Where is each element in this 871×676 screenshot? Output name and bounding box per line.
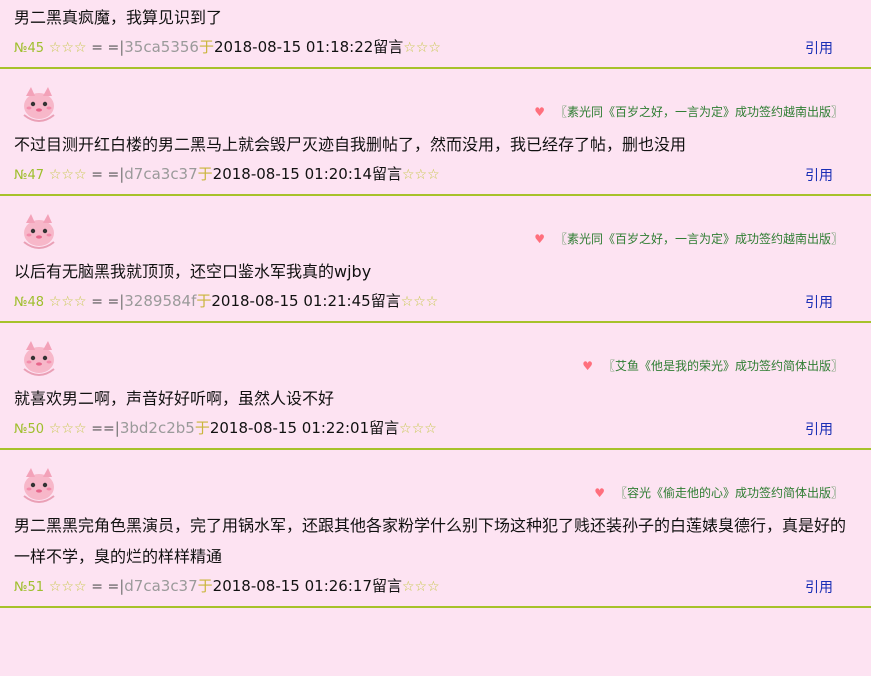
- stars-left: ☆☆☆: [48, 167, 87, 183]
- heart-icon: ♥: [582, 359, 593, 373]
- signature: ♥ 〖容光《偷走他的心》成功签约简体出版〗: [594, 484, 843, 501]
- equals-mark: = =: [91, 40, 120, 56]
- user-id: d7ca3c37: [124, 165, 198, 183]
- stars-right: ☆☆☆: [400, 294, 439, 310]
- post-number: №51: [14, 580, 45, 595]
- post-item: ♥ 〖容光《偷走他的心》成功签约简体出版〗 男二黑黑完角色黑演员，完了用锅水军，还…: [0, 450, 871, 608]
- liuyan-label: 留言: [371, 577, 402, 595]
- post-item: 男二黑真疯魔，我算见识到了 №45 ☆☆☆ = =|35ca5356于2018-…: [0, 0, 871, 69]
- stars-right: ☆☆☆: [399, 421, 437, 437]
- post-header: ♥ 〖艾鱼《他是我的荣光》成功签约简体出版〗: [0, 323, 871, 383]
- post-meta: №48 ☆☆☆ = =|3289584f于2018-08-15 01:21:45…: [14, 290, 438, 311]
- quote-link[interactable]: 引用: [805, 165, 833, 185]
- signature: ♥ 〖艾鱼《他是我的荣光》成功签约简体出版〗: [582, 357, 843, 374]
- signature-text: 〖素光同《百岁之好，一言为定》成功签约越南出版〗: [554, 232, 843, 246]
- signature: ♥ 〖素光同《百岁之好，一言为定》成功签约越南出版〗: [534, 103, 843, 120]
- yu-label: 于: [197, 577, 213, 595]
- stars-right: ☆☆☆: [402, 579, 440, 595]
- quote-link[interactable]: 引用: [805, 292, 833, 312]
- post-number: №47: [14, 168, 45, 183]
- post-content: 以后有无脑黑我就顶顶，还空口鉴水军我真的wjby: [14, 262, 372, 281]
- avatar: [18, 210, 60, 250]
- post-meta-row: №48 ☆☆☆ = =|3289584f于2018-08-15 01:21:45…: [0, 287, 871, 321]
- heart-icon: ♥: [534, 105, 545, 119]
- post-content: 不过目测开红白楼的男二黑马上就会毁尸灭迹自我删帖了，然而没用，我已经存了帖，删也…: [14, 135, 687, 154]
- avatar: [18, 83, 60, 123]
- equals-mark: = =: [91, 167, 120, 183]
- avatar: [18, 464, 60, 504]
- user-id: 3bd2c2b5: [119, 419, 195, 437]
- post-meta: №47 ☆☆☆ = =|d7ca3c37于2018-08-15 01:20:14…: [14, 163, 440, 184]
- liuyan-label: 留言: [373, 38, 404, 56]
- equals-mark: = =: [91, 294, 120, 310]
- post-meta-row: №50 ☆☆☆ ==|3bd2c2b5于2018-08-15 01:22:01留…: [0, 414, 871, 448]
- post-meta: №50 ☆☆☆ ==|3bd2c2b5于2018-08-15 01:22:01留…: [14, 417, 437, 438]
- yu-label: 于: [198, 38, 214, 56]
- liuyan-label: 留言: [370, 292, 401, 310]
- signature: ♥ 〖素光同《百岁之好，一言为定》成功签约越南出版〗: [534, 230, 843, 247]
- quote-link[interactable]: 引用: [805, 38, 833, 58]
- signature-text: 〖素光同《百岁之好，一言为定》成功签约越南出版〗: [554, 105, 843, 119]
- signature-text: 〖艾鱼《他是我的荣光》成功签约简体出版〗: [602, 359, 843, 373]
- yu-label: 于: [197, 165, 213, 183]
- post-item: ♥ 〖素光同《百岁之好，一言为定》成功签约越南出版〗 以后有无脑黑我就顶顶，还空口…: [0, 196, 871, 323]
- post-datetime: 2018-08-15 01:21:45: [211, 292, 371, 310]
- heart-icon: ♥: [594, 486, 605, 500]
- stars-left: ☆☆☆: [48, 421, 87, 437]
- post-meta-row: №45 ☆☆☆ = =|35ca5356于2018-08-15 01:18:22…: [0, 33, 871, 67]
- stars-right: ☆☆☆: [403, 40, 441, 56]
- post-meta: №45 ☆☆☆ = =|35ca5356于2018-08-15 01:18:22…: [14, 36, 441, 57]
- post-number: №48: [14, 295, 45, 310]
- yu-label: 于: [196, 292, 212, 310]
- post-content: 就喜欢男二啊，声音好好听啊，虽然人设不好: [14, 389, 335, 408]
- stars-left: ☆☆☆: [48, 40, 87, 56]
- post-datetime: 2018-08-15 01:20:14: [212, 165, 372, 183]
- post-meta: №51 ☆☆☆ = =|d7ca3c37于2018-08-15 01:26:17…: [14, 575, 440, 596]
- post-content: 男二黑真疯魔，我算见识到了: [14, 8, 223, 27]
- liuyan-label: 留言: [369, 419, 400, 437]
- quote-link[interactable]: 引用: [805, 419, 833, 439]
- heart-icon: ♥: [534, 232, 545, 246]
- equals-mark: = =: [91, 579, 120, 595]
- user-id: 3289584f: [124, 292, 197, 310]
- post-meta-row: №47 ☆☆☆ = =|d7ca3c37于2018-08-15 01:20:14…: [0, 160, 871, 194]
- post-header: ♥ 〖素光同《百岁之好，一言为定》成功签约越南出版〗: [0, 196, 871, 256]
- post-list: 男二黑真疯魔，我算见识到了 №45 ☆☆☆ = =|35ca5356于2018-…: [0, 0, 871, 608]
- post-meta-row: №51 ☆☆☆ = =|d7ca3c37于2018-08-15 01:26:17…: [0, 572, 871, 606]
- post-header: ♥ 〖容光《偷走他的心》成功签约简体出版〗: [0, 450, 871, 510]
- yu-label: 于: [194, 419, 210, 437]
- stars-left: ☆☆☆: [48, 294, 87, 310]
- liuyan-label: 留言: [371, 165, 402, 183]
- stars-right: ☆☆☆: [402, 167, 440, 183]
- post-item: ♥ 〖素光同《百岁之好，一言为定》成功签约越南出版〗 不过目测开红白楼的男二黑马上…: [0, 69, 871, 196]
- avatar: [18, 337, 60, 377]
- stars-left: ☆☆☆: [48, 579, 87, 595]
- quote-link[interactable]: 引用: [805, 577, 833, 597]
- post-content: 男二黑黑完角色黑演员，完了用锅水军，还跟其他各家粉学什么别下场这种犯了贱还装孙子…: [14, 516, 847, 566]
- post-datetime: 2018-08-15 01:26:17: [212, 577, 372, 595]
- user-id: d7ca3c37: [124, 577, 198, 595]
- post-number: №50: [14, 422, 45, 437]
- post-item: ♥ 〖艾鱼《他是我的荣光》成功签约简体出版〗 就喜欢男二啊，声音好好听啊，虽然人设…: [0, 323, 871, 450]
- equals-mark: ==: [91, 421, 115, 437]
- post-datetime: 2018-08-15 01:22:01: [209, 419, 370, 437]
- signature-text: 〖容光《偷走他的心》成功签约简体出版〗: [614, 486, 843, 500]
- user-id: 35ca5356: [124, 38, 199, 56]
- post-header: ♥ 〖素光同《百岁之好，一言为定》成功签约越南出版〗: [0, 69, 871, 129]
- post-datetime: 2018-08-15 01:18:22: [213, 38, 374, 56]
- post-number: №45: [14, 41, 45, 56]
